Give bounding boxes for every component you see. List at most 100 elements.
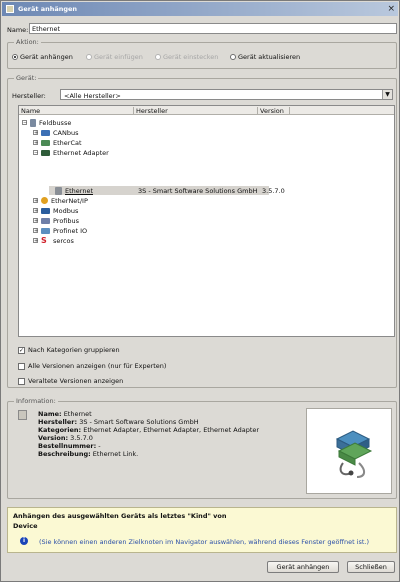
information-group: Information: Name: Ethernet Hersteller: …	[7, 397, 397, 499]
tree-node-label: Profibus	[53, 216, 80, 225]
expand-icon[interactable]: +	[33, 140, 38, 146]
chevron-down-icon[interactable]: ▼	[382, 90, 392, 99]
tree-node-label: EtherNet/IP	[51, 196, 88, 205]
ethernet-adapter-icon	[41, 149, 50, 156]
column-header-name[interactable]: Name	[19, 107, 134, 115]
radio-insert-device-label: Gerät einfügen	[94, 53, 143, 61]
tree-node-ethernet-adapter[interactable]: − Ethernet Adapter	[33, 148, 109, 157]
radio-plug-device[interactable]: Gerät einstecken	[155, 53, 218, 61]
info-categories-value: Ethernet Adapter, Ethernet Adapter, Ethe…	[83, 426, 260, 434]
network-device-icon	[335, 430, 373, 478]
checkbox-show-all-versions-box[interactable]	[18, 362, 25, 370]
radio-insert-device[interactable]: Gerät einfügen	[86, 53, 143, 61]
checkbox-group-by-category-box[interactable]: ✓	[18, 346, 25, 354]
tree-header: Name Hersteller Version	[19, 106, 394, 115]
radio-update-device-label: Gerät aktualisieren	[238, 53, 301, 61]
expand-icon[interactable]: +	[33, 130, 38, 136]
info-order-number-value: -	[98, 442, 101, 450]
column-header-version[interactable]: Version	[258, 107, 290, 115]
window-title: Gerät anhängen	[18, 5, 78, 13]
attach-device-button[interactable]: Gerät anhängen	[267, 561, 339, 573]
info-categories: Kategorien: Ethernet Adapter, Ethernet A…	[38, 426, 259, 434]
info-name: Name: Ethernet	[38, 410, 92, 418]
tree-node-sercos[interactable]: + S sercos	[33, 236, 74, 245]
action-group-title: Aktion:	[14, 38, 41, 46]
checkbox-show-outdated-versions[interactable]: Veraltete Versionen anzeigen	[18, 377, 123, 385]
device-tree[interactable]: Name Hersteller Version − Feldbusse + CA…	[18, 105, 395, 337]
manufacturer-label: Hersteller:	[12, 92, 46, 100]
tree-node-label: Feldbusse	[39, 118, 72, 127]
radio-attach-device[interactable]: Gerät anhängen	[12, 53, 73, 61]
sercos-icon: S	[41, 236, 47, 245]
hint-target: Device	[13, 522, 38, 530]
info-version: Version: 3.5.7.0	[38, 434, 93, 442]
tree-node-label: Ethernet Adapter	[53, 148, 109, 157]
device-group-title: Gerät:	[14, 74, 39, 82]
checkbox-show-outdated-versions-box[interactable]	[18, 377, 25, 385]
tree-node-canbus[interactable]: + CANbus	[33, 128, 78, 137]
window-icon	[6, 5, 14, 13]
name-label: Name:	[7, 26, 29, 34]
ethercat-icon	[41, 139, 50, 146]
radio-insert-device-dot[interactable]	[86, 54, 92, 60]
info-manufacturer-key: Hersteller:	[38, 418, 78, 426]
close-button[interactable]: Schließen	[347, 561, 395, 573]
tree-node-label: Profinet IO	[53, 226, 88, 235]
radio-plug-device-dot[interactable]	[155, 54, 161, 60]
tree-node-ethernet-manufacturer: 3S - Smart Software Solutions GmbH	[138, 187, 258, 195]
collapse-icon[interactable]: −	[33, 150, 38, 156]
radio-plug-device-label: Gerät einstecken	[163, 53, 219, 61]
checkbox-show-outdated-versions-label: Veraltete Versionen anzeigen	[28, 377, 124, 385]
info-order-number: Bestellnummer: -	[38, 442, 101, 450]
tree-node-ethernet-version: 3.5.7.0	[262, 187, 285, 195]
collapse-icon[interactable]: −	[22, 120, 27, 126]
device-preview-image	[306, 408, 392, 494]
tree-node-label: EtherCat	[53, 138, 82, 147]
tree-node-ethernet-ip[interactable]: + EtherNet/IP	[33, 196, 88, 205]
hint-panel: Anhängen des ausgewählten Geräts als let…	[7, 507, 397, 553]
ethernet-ip-icon	[41, 197, 48, 204]
expand-icon[interactable]: +	[33, 228, 38, 234]
manufacturer-select[interactable]: <Alle Hersteller> ▼	[60, 89, 393, 100]
attach-device-dialog: Gerät anhängen × Name: Ethernet Aktion: …	[0, 0, 400, 582]
information-group-title: Information:	[14, 397, 58, 405]
radio-attach-device-label: Gerät anhängen	[20, 53, 73, 61]
tree-node-profinet[interactable]: + Profinet IO	[33, 226, 87, 235]
title-bar: Gerät anhängen ×	[2, 2, 398, 16]
close-icon[interactable]: ×	[387, 3, 395, 15]
checkbox-group-by-category[interactable]: ✓ Nach Kategorien gruppieren	[18, 346, 120, 354]
device-group: Gerät: Hersteller: <Alle Hersteller> ▼ N…	[7, 74, 397, 388]
info-manufacturer: Hersteller: 3S - Smart Software Solution…	[38, 418, 199, 426]
tree-node-profibus[interactable]: + Profibus	[33, 216, 79, 225]
expand-icon[interactable]: +	[33, 218, 38, 224]
expand-icon[interactable]: +	[33, 198, 38, 204]
tree-node-label: sercos	[53, 236, 74, 245]
tree-node-label: CANbus	[53, 128, 79, 137]
tree-node-ethernet[interactable]: Ethernet	[55, 186, 135, 195]
tree-node-ethercat[interactable]: + EtherCat	[33, 138, 82, 147]
profinet-icon	[41, 227, 50, 234]
info-order-number-key: Bestellnummer:	[38, 442, 97, 450]
expand-icon[interactable]: +	[33, 208, 38, 214]
radio-update-device[interactable]: Gerät aktualisieren	[230, 53, 300, 61]
hint-note: (Sie können einen anderen Zielknoten im …	[39, 538, 370, 546]
info-manufacturer-value: 3S - Smart Software Solutions GmbH	[79, 418, 199, 426]
info-name-key: Name:	[38, 410, 62, 418]
checkbox-show-all-versions[interactable]: Alle Versionen anzeigen (nur für Experte…	[18, 362, 166, 370]
name-input[interactable]: Ethernet	[29, 23, 397, 34]
expand-icon[interactable]: +	[33, 238, 38, 244]
radio-update-device-dot[interactable]	[230, 54, 236, 60]
info-description: Beschreibung: Ethernet Link.	[38, 450, 138, 458]
tree-node-fieldbus[interactable]: − Feldbusse	[22, 118, 71, 127]
canbus-icon	[41, 129, 50, 136]
radio-attach-device-dot[interactable]	[12, 54, 18, 60]
info-description-key: Beschreibung:	[38, 450, 91, 458]
info-name-value: Ethernet	[63, 410, 92, 418]
info-version-value: 3.5.7.0	[70, 434, 93, 442]
checkbox-show-all-versions-label: Alle Versionen anzeigen (nur für Experte…	[28, 362, 167, 370]
profibus-icon	[41, 217, 50, 224]
hint-heading: Anhängen des ausgewählten Geräts als let…	[13, 512, 227, 520]
column-header-manufacturer[interactable]: Hersteller	[134, 107, 258, 115]
info-version-key: Version:	[38, 434, 69, 442]
tree-node-modbus[interactable]: + Modbus	[33, 206, 78, 215]
